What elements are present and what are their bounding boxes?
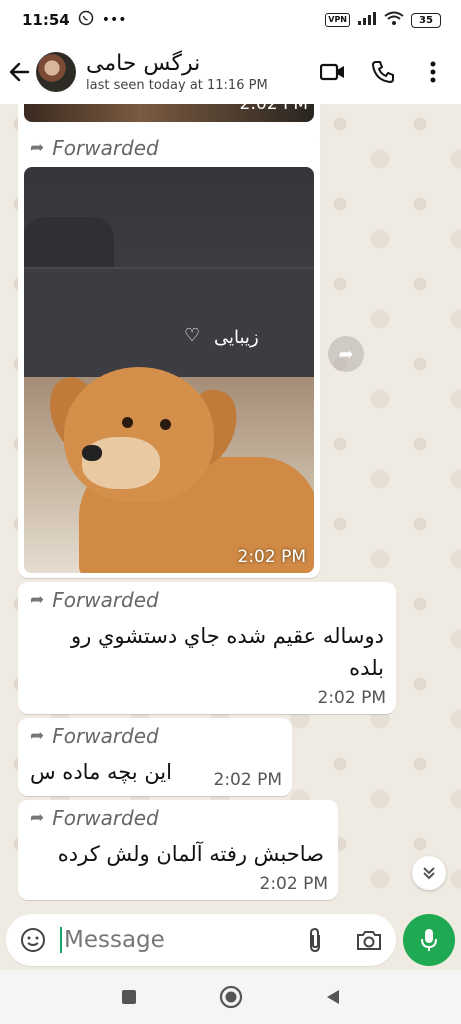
dog-nose	[82, 445, 102, 461]
phone-icon[interactable]	[369, 58, 397, 86]
message-time: 2:02 PM	[237, 547, 307, 567]
forwarded-label: ➦ Forwarded	[30, 806, 326, 830]
forwarded-label: ➦ Forwarded	[30, 724, 280, 748]
system-navigation-bar	[0, 970, 461, 1024]
message-time: 2:02 PM	[213, 770, 283, 790]
dog-photo[interactable]: ♡ زیبایی 2:02 PM	[24, 167, 314, 573]
message-text: صاحبش رفته آلمان ولش کرده	[57, 842, 324, 866]
forward-shortcut-icon[interactable]: ➦	[328, 336, 364, 372]
forward-icon: ➦	[30, 808, 45, 828]
chat-header: نرگس حامی last seen today at 11:16 PM	[0, 40, 461, 104]
forwarded-text: Forwarded	[52, 724, 159, 748]
menu-icon[interactable]	[419, 58, 447, 86]
back-arrow-icon[interactable]	[2, 52, 36, 92]
message-time: 2:02 PM	[239, 104, 309, 114]
photo-overlay-text: زیبایی	[214, 327, 259, 348]
message-text: این بچه ماده س	[30, 760, 172, 784]
photo-cushion	[24, 217, 114, 267]
message-input[interactable]	[60, 927, 290, 953]
forwarded-text: Forwarded	[52, 136, 159, 160]
nav-back-icon[interactable]	[321, 985, 345, 1009]
heart-icon: ♡	[184, 325, 201, 346]
wifi-icon	[384, 11, 404, 30]
message-bubble[interactable]: ➦ Forwarded صاحبش رفته آلمان ولش کرده 2:…	[18, 800, 338, 900]
contact-info[interactable]: نرگس حامی last seen today at 11:16 PM	[86, 50, 268, 94]
forward-icon: ➦	[30, 138, 45, 158]
message-time: 2:02 PM	[317, 688, 387, 708]
forwarded-text: Forwarded	[52, 806, 159, 830]
whatsapp-icon	[78, 10, 94, 30]
attach-icon[interactable]	[300, 925, 330, 955]
signal-icon	[357, 11, 377, 29]
mic-icon[interactable]	[403, 914, 455, 966]
status-time: 11:54	[22, 11, 70, 29]
photo-sofa	[24, 267, 314, 377]
composer-box	[6, 914, 396, 966]
video-call-icon[interactable]	[319, 58, 347, 86]
message-bubble[interactable]: ➦ Forwarded این بچه ماده س 2:02 PM	[18, 718, 292, 796]
message-bubble[interactable]: ➦ Forwarded دوساله عقیم شده جاي دستشوي ر…	[18, 582, 396, 714]
forwarded-label: ➦ Forwarded	[30, 588, 384, 612]
nav-home-icon[interactable]	[219, 985, 243, 1009]
battery-indicator: 35	[411, 12, 441, 28]
more-dots-icon: •••	[101, 12, 127, 28]
dog-eye	[160, 419, 171, 430]
forward-icon: ➦	[30, 590, 45, 610]
message-time: 2:02 PM	[259, 874, 329, 894]
message-text: دوساله عقیم شده جاي دستشوي رو بلده	[70, 624, 384, 680]
camera-icon[interactable]	[354, 925, 384, 955]
forwarded-text: Forwarded	[52, 588, 159, 612]
last-seen: last seen today at 11:16 PM	[86, 78, 268, 93]
composer-bar	[0, 912, 461, 970]
vpn-badge: VPN	[325, 13, 350, 27]
dog-eye	[122, 417, 133, 428]
status-bar: 11:54 ••• VPN 35	[0, 0, 461, 40]
avatar[interactable]	[36, 52, 76, 92]
scroll-down-icon[interactable]	[412, 856, 446, 890]
forward-icon: ➦	[30, 726, 45, 746]
image-message[interactable]: ➦ Forwarded ♡ زیبایی 2:02 PM	[18, 130, 320, 578]
sticker-icon[interactable]	[18, 925, 48, 955]
contact-name: نرگس حامی	[86, 51, 201, 76]
forwarded-label: ➦ Forwarded	[30, 136, 159, 160]
nav-recents-icon[interactable]	[117, 985, 141, 1009]
chat-area[interactable]: 2:02 PM ➦ Forwarded ♡ زیبایی 2:02 PM ➦ ➦	[0, 104, 461, 912]
